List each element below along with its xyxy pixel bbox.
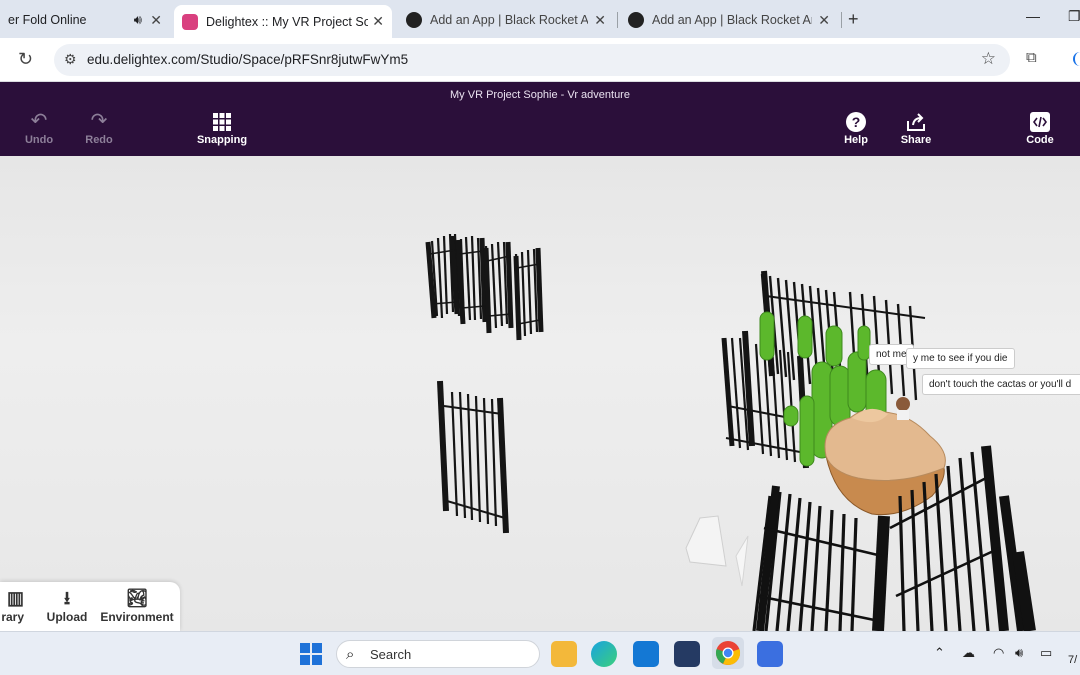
- black-rocket-favicon-icon: [406, 12, 422, 28]
- edge-browser-icon[interactable]: [591, 641, 617, 667]
- speech-bubble: y me to see if you die: [906, 348, 1015, 369]
- upload-button[interactable]: ⭳ Upload: [44, 588, 90, 624]
- fence-gate-small-group: [425, 233, 544, 341]
- share-icon: [881, 110, 951, 134]
- library-button[interactable]: ▥ rary: [0, 588, 24, 624]
- taskbar-search[interactable]: ⌕ Search: [336, 640, 540, 668]
- library-panel: ▥ rary ⭳ Upload 🏞︎ Environment: [0, 582, 180, 631]
- onedrive-icon[interactable]: ☁︎: [962, 645, 975, 661]
- tab-black-rocket-1[interactable]: Add an App | Black Rocket Arca ✕: [398, 5, 614, 35]
- landscape-icon: 🏞︎: [125, 588, 149, 608]
- project-title: My VR Project Sophie - Vr adventure: [450, 89, 630, 101]
- file-explorer-icon[interactable]: [551, 641, 577, 667]
- address-bar-row: ↻ ⚙︎ edu.delightex.com/Studio/Space/pRFS…: [0, 38, 1080, 82]
- restore-icon[interactable]: ❐: [1068, 8, 1080, 25]
- tab-divider: [841, 12, 842, 28]
- redo-button[interactable]: ↷ Redo: [64, 110, 134, 146]
- taskbar-search-label: Search: [370, 647, 412, 662]
- scene-drawing: [425, 233, 1036, 631]
- site-info-icon[interactable]: ⚙︎: [64, 51, 77, 68]
- redo-icon: ↷: [90, 110, 108, 132]
- 3d-scene-canvas[interactable]: not me y me to see if you die don't touc…: [0, 156, 1080, 631]
- close-tab-icon[interactable]: ✕: [818, 12, 830, 29]
- tab-fold-online[interactable]: er Fold Online 🔊︎ ✕: [0, 5, 170, 35]
- chrome-active-highlight[interactable]: [712, 637, 744, 669]
- close-tab-icon[interactable]: ✕: [150, 12, 162, 29]
- environment-label: Environment: [100, 610, 174, 624]
- tab-delightex[interactable]: Delightex :: My VR Project Sophi ✕: [174, 5, 392, 38]
- search-icon: ⌕: [346, 646, 355, 663]
- snapping-button[interactable]: Snapping: [187, 110, 257, 146]
- share-button[interactable]: Share: [881, 110, 951, 146]
- snapping-label: Snapping: [196, 134, 248, 146]
- omnibox[interactable]: ⚙︎ edu.delightex.com/Studio/Space/pRFSnr…: [54, 44, 1010, 76]
- show-hidden-icons-chevron-icon[interactable]: ⌃: [934, 645, 945, 661]
- close-tab-icon[interactable]: ✕: [372, 13, 384, 30]
- close-tab-icon[interactable]: ✕: [594, 12, 606, 29]
- chrome-icon: [715, 641, 741, 665]
- volume-icon[interactable]: 🔊︎: [1015, 645, 1023, 661]
- muffin-object: [824, 408, 946, 516]
- tab-title: er Fold Online: [8, 13, 87, 27]
- black-rocket-favicon-icon: [628, 12, 644, 28]
- library-icon: ▥: [6, 588, 24, 608]
- new-tab-button[interactable]: +: [848, 9, 859, 30]
- tombstone-object: [685, 515, 727, 567]
- outlook-icon[interactable]: [633, 641, 659, 667]
- reload-icon[interactable]: ↻: [18, 49, 33, 70]
- share-label: Share: [900, 134, 932, 146]
- speech-bubble: don't touch the cactas or you'll d: [922, 374, 1080, 395]
- tab-title: Add an App | Black Rocket Arca: [652, 13, 812, 27]
- upload-icon: ⭳: [63, 588, 71, 608]
- url-text[interactable]: edu.delightex.com/Studio/Space/pRFSnr8ju…: [87, 52, 408, 67]
- code-label: Code: [1026, 134, 1054, 146]
- avatar-character: [896, 397, 910, 411]
- help-label: Help: [844, 134, 868, 146]
- windows-start-icon[interactable]: [300, 643, 322, 670]
- minimize-icon[interactable]: —: [1026, 8, 1040, 24]
- tab-title: Add an App | Black Rocket Arca: [430, 13, 588, 27]
- environment-button[interactable]: 🏞︎ Environment: [100, 588, 174, 624]
- app-toolbar: My VR Project Sophie - Vr adventure ↶ Un…: [0, 82, 1080, 156]
- windows-taskbar: ⌕ Search ⌃ ☁︎ ◠ 🔊︎ ▭ 7/: [0, 631, 1080, 675]
- tab-black-rocket-2[interactable]: Add an App | Black Rocket Arca ✕: [620, 5, 838, 35]
- clock-text[interactable]: 7/: [1068, 654, 1077, 666]
- library-label: rary: [1, 610, 24, 624]
- microsoft-store-icon[interactable]: [674, 641, 700, 667]
- profile-icon[interactable]: [1073, 52, 1080, 66]
- wifi-icon[interactable]: ◠: [993, 645, 1004, 661]
- google-lens-icon[interactable]: ⧉: [1026, 49, 1037, 66]
- fence-gate-single: [437, 380, 509, 534]
- bookmark-star-icon[interactable]: ☆: [981, 49, 996, 69]
- screen: er Fold Online 🔊︎ ✕ Delightex :: My VR P…: [0, 0, 1080, 675]
- svg-text:?: ?: [852, 114, 861, 130]
- upload-label: Upload: [46, 610, 88, 624]
- code-icon: [1005, 110, 1075, 134]
- undo-label: Undo: [24, 134, 54, 146]
- roblox-app-icon[interactable]: [757, 641, 783, 667]
- browser-tab-strip: er Fold Online 🔊︎ ✕ Delightex :: My VR P…: [0, 0, 1080, 38]
- code-button[interactable]: Code: [1005, 110, 1075, 146]
- speaker-icon[interactable]: 🔊︎: [134, 12, 142, 28]
- grid-icon: [187, 110, 257, 134]
- tab-title: Delightex :: My VR Project Sophi: [206, 14, 368, 29]
- tab-divider: [617, 12, 618, 28]
- battery-icon[interactable]: ▭: [1040, 645, 1052, 661]
- redo-label: Redo: [85, 134, 113, 146]
- delightex-favicon-icon: [182, 13, 198, 30]
